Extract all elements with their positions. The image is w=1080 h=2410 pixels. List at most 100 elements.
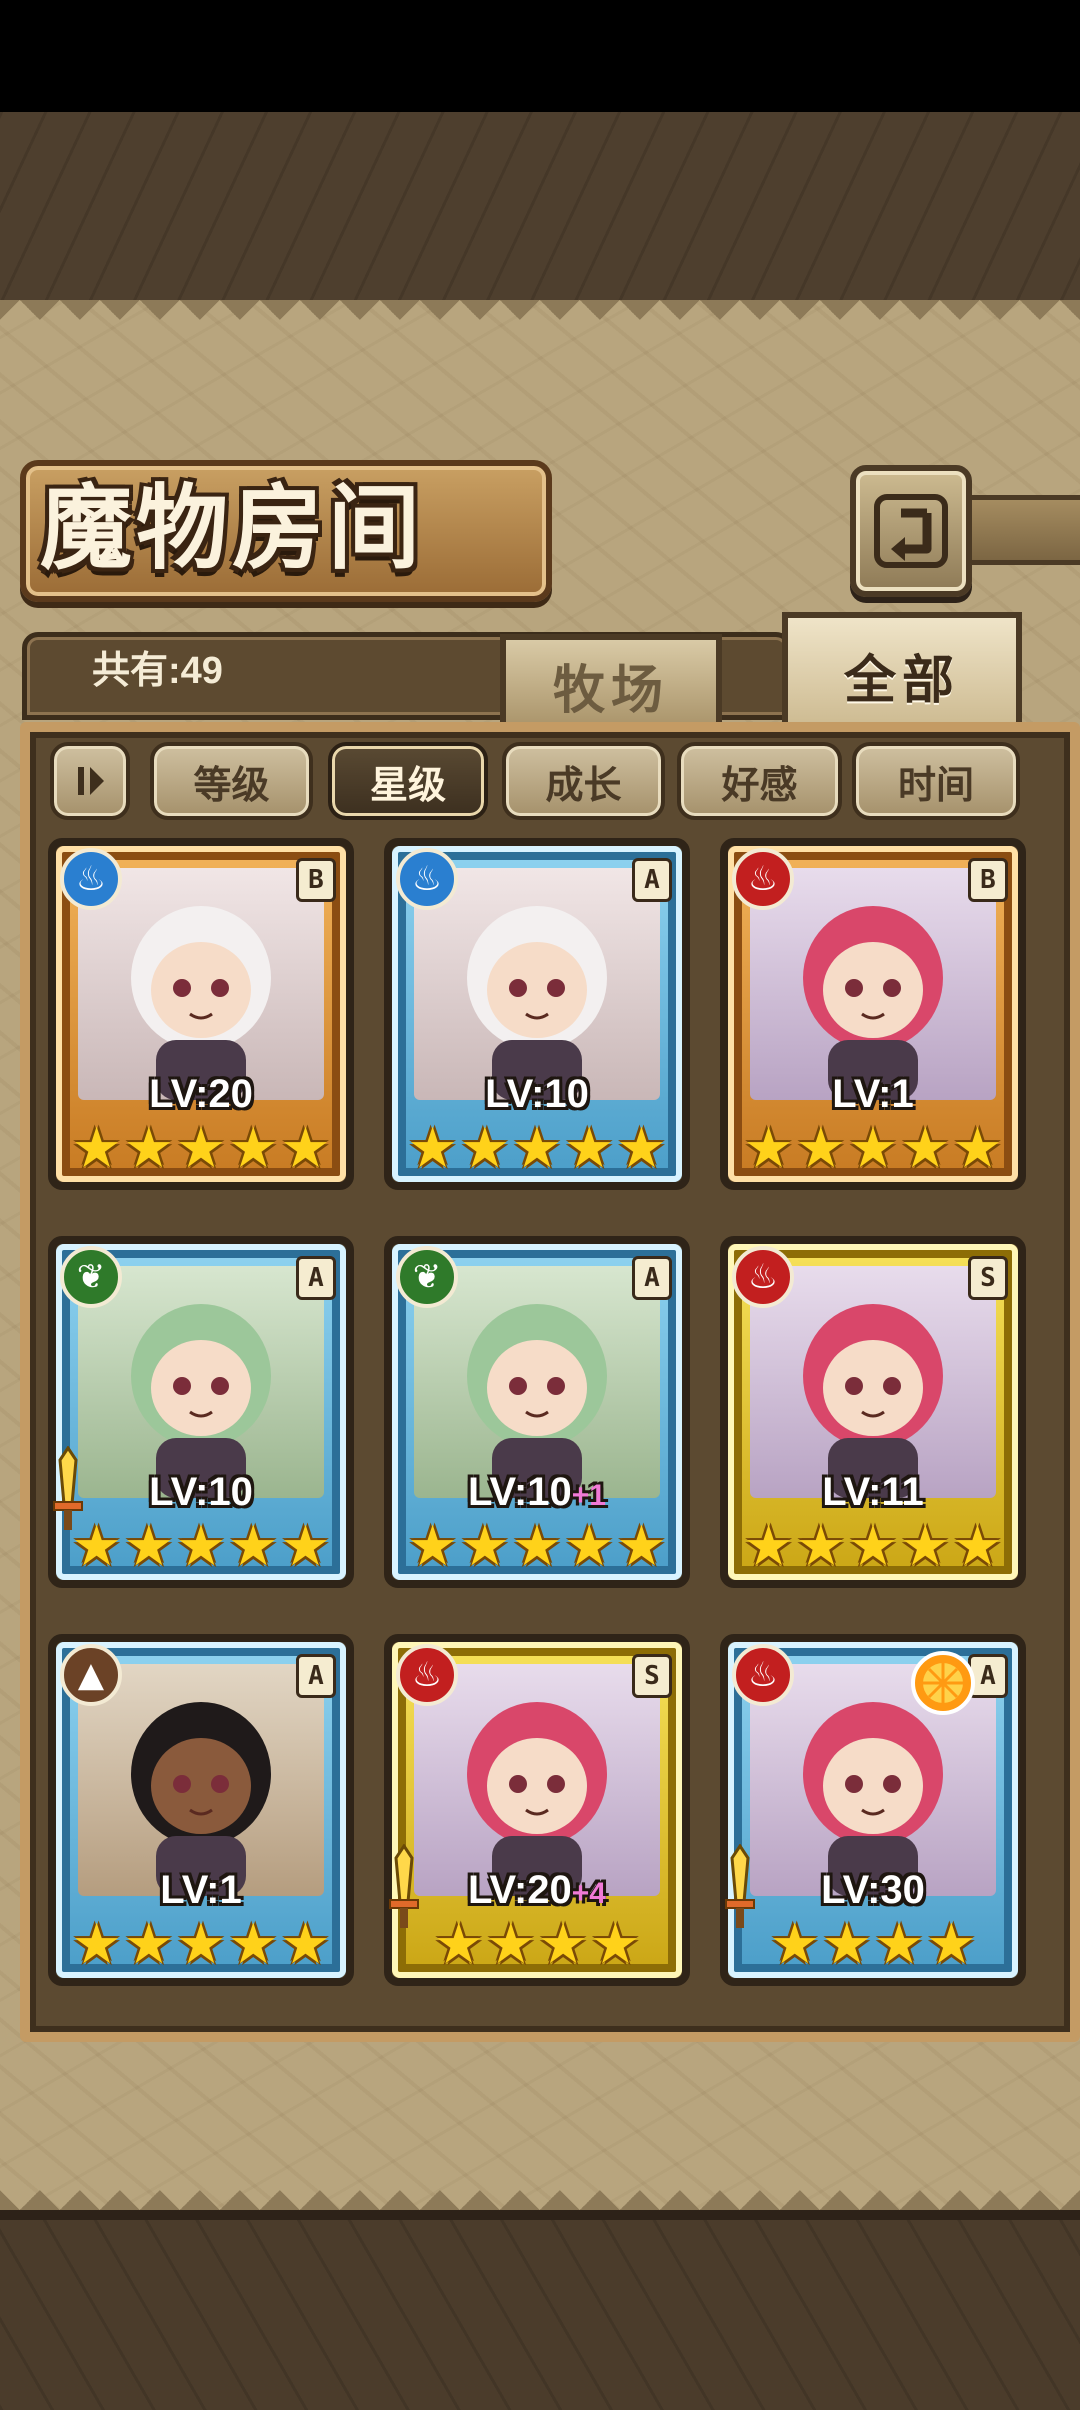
- filter-stars-button[interactable]: 星级: [328, 742, 488, 820]
- filter-growth-button[interactable]: 成长: [502, 742, 665, 820]
- monster-card[interactable]: ♨ S LV:20+4 ★ ★ ★ ★: [384, 1634, 690, 1986]
- monster-portrait: [78, 1664, 324, 1896]
- grass-element-icon: ❦: [396, 1246, 458, 1308]
- monster-portrait: [750, 868, 996, 1100]
- star-icon: ★: [795, 1514, 846, 1579]
- level-value: LV:11: [822, 1470, 924, 1514]
- panel-edge-bottom: [0, 2170, 1080, 2210]
- star-icon: ★: [71, 1116, 122, 1181]
- back-button[interactable]: [850, 465, 972, 597]
- monster-card[interactable]: ♨ A LV:10 ★ ★ ★ ★ ★: [384, 838, 690, 1190]
- rank-badge: A: [632, 1256, 672, 1300]
- monster-portrait: [78, 1266, 324, 1498]
- star-icon: ★: [952, 1116, 1003, 1181]
- level-value: LV:20: [149, 1072, 253, 1116]
- tab-all[interactable]: 全部: [782, 612, 1022, 733]
- star-icon: ★: [123, 1116, 174, 1181]
- page-title: 魔物房间: [40, 474, 425, 582]
- orange-fruit-icon: [908, 1648, 978, 1718]
- water-element-icon: ♨: [396, 848, 458, 910]
- panel-edge-top: [0, 300, 1080, 340]
- fire-element-icon: ♨: [732, 848, 794, 910]
- star-icon: ★: [926, 1912, 977, 1977]
- rank-badge: A: [632, 858, 672, 902]
- star-rating: ★ ★ ★ ★ ★: [72, 1514, 331, 1579]
- star-icon: ★: [511, 1514, 563, 1579]
- star-icon: ★: [590, 1912, 641, 1977]
- status-bar: [0, 0, 1080, 112]
- star-icon: ★: [123, 1912, 174, 1977]
- star-icon: ★: [175, 1514, 227, 1579]
- filter-level-button[interactable]: 等级: [150, 742, 313, 820]
- star-icon: ★: [228, 1912, 279, 1977]
- star-icon: ★: [228, 1514, 279, 1579]
- monster-level: LV:20+4: [392, 1868, 682, 1913]
- tab-ranch[interactable]: 牧场: [500, 634, 722, 730]
- level-value: LV:10: [468, 1470, 572, 1514]
- rank-badge: S: [632, 1654, 672, 1698]
- star-icon: ★: [228, 1116, 279, 1181]
- star-icon: ★: [900, 1514, 951, 1579]
- star-icon: ★: [459, 1116, 510, 1181]
- star-icon: ★: [795, 1116, 846, 1181]
- monster-portrait: [78, 868, 324, 1100]
- monster-card[interactable]: ❦ A LV:10 ★ ★ ★ ★ ★: [48, 1236, 354, 1588]
- star-icon: ★: [874, 1912, 925, 1977]
- star-rating: ★ ★ ★ ★ ★: [744, 1116, 1003, 1181]
- level-value: LV:30: [821, 1868, 925, 1912]
- map-strip-bottom: [0, 2210, 1080, 2410]
- level-value: LV:1: [160, 1868, 242, 1912]
- monster-level: LV:20: [56, 1072, 346, 1117]
- star-icon: ★: [71, 1912, 122, 1977]
- rank-badge: B: [296, 858, 336, 902]
- fire-element-icon: ♨: [732, 1246, 794, 1308]
- star-icon: ★: [847, 1116, 899, 1181]
- monster-card[interactable]: ▲ A LV:1 ★ ★ ★ ★ ★: [48, 1634, 354, 1986]
- filter-affection-button[interactable]: 好感: [677, 742, 842, 820]
- monster-level: LV:1: [56, 1868, 346, 1913]
- fire-element-icon: ♨: [732, 1644, 794, 1706]
- star-icon: ★: [123, 1514, 174, 1579]
- star-icon: ★: [952, 1514, 1003, 1579]
- monster-card[interactable]: ❦ A LV:10+1 ★ ★ ★ ★ ★: [384, 1236, 690, 1588]
- monster-card[interactable]: ♨ B LV:20 ★ ★ ★ ★ ★: [48, 838, 354, 1190]
- level-bonus: +1: [571, 1479, 606, 1512]
- monster-portrait: [414, 1266, 660, 1498]
- monster-level: LV:30: [728, 1868, 1018, 1913]
- level-value: LV:10: [149, 1470, 253, 1514]
- monster-level: LV:10: [56, 1470, 346, 1515]
- star-icon: ★: [459, 1514, 510, 1579]
- star-icon: ★: [847, 1514, 899, 1579]
- level-value: LV:1: [832, 1072, 914, 1116]
- star-icon: ★: [564, 1514, 615, 1579]
- star-icon: ★: [71, 1514, 122, 1579]
- star-rating: ★ ★ ★ ★ ★: [408, 1116, 667, 1181]
- ascending-descending-toggle-icon: [78, 767, 104, 795]
- star-icon: ★: [743, 1514, 794, 1579]
- star-rating: ★ ★ ★ ★ ★: [72, 1912, 331, 1977]
- filter-time-button[interactable]: 时间: [852, 742, 1020, 820]
- star-icon: ★: [743, 1116, 794, 1181]
- star-icon: ★: [280, 1912, 331, 1977]
- star-icon: ★: [433, 1912, 484, 1977]
- star-icon: ★: [900, 1116, 951, 1181]
- star-icon: ★: [407, 1116, 458, 1181]
- star-icon: ★: [616, 1514, 667, 1579]
- earth-element-icon: ▲: [60, 1644, 122, 1706]
- monster-portrait: [414, 868, 660, 1100]
- rank-badge: A: [296, 1654, 336, 1698]
- star-icon: ★: [538, 1912, 589, 1977]
- star-icon: ★: [280, 1116, 331, 1181]
- monster-card[interactable]: ♨ A LV:30 ★ ★ ★ ★: [720, 1634, 1026, 1986]
- monster-card[interactable]: ♨ B LV:1 ★ ★ ★ ★ ★: [720, 838, 1026, 1190]
- monster-level: LV:10: [392, 1072, 682, 1117]
- water-element-icon: ♨: [60, 848, 122, 910]
- level-bonus: +4: [571, 1877, 606, 1910]
- rank-badge: A: [296, 1256, 336, 1300]
- star-icon: ★: [485, 1912, 536, 1977]
- map-strip-top: [0, 112, 1080, 312]
- grass-element-icon: ❦: [60, 1246, 122, 1308]
- sort-order-toggle[interactable]: [50, 742, 130, 820]
- monster-card[interactable]: ♨ S LV:11 ★ ★ ★ ★ ★: [720, 1236, 1026, 1588]
- rank-badge: B: [968, 858, 1008, 902]
